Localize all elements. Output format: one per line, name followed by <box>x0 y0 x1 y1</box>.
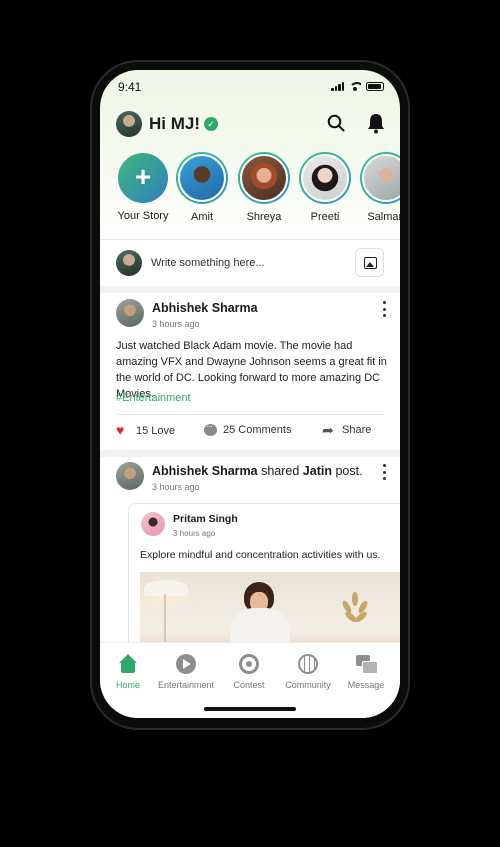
comment-icon <box>204 421 217 436</box>
add-photo-button[interactable] <box>355 248 384 277</box>
home-icon <box>118 654 138 674</box>
nav-contest[interactable]: Contest <box>219 654 279 690</box>
love-count: 15 Love <box>136 424 176 437</box>
post-author[interactable]: Abhishek Sharma shared Jatin post. <box>152 464 363 478</box>
love-button[interactable]: ♥ 15 Love <box>116 422 176 438</box>
status-icons <box>331 82 384 91</box>
status-time: 9:41 <box>118 80 142 94</box>
post-header: Abhishek Sharma shared Jatin post. 3 hou… <box>116 462 386 494</box>
nav-label: Home <box>115 680 140 690</box>
heart-icon: ♥ <box>116 422 125 438</box>
story-avatar <box>178 154 226 202</box>
add-story-icon[interactable]: + <box>118 153 168 203</box>
divider <box>100 239 400 240</box>
post-actions: ♥ 15 Love 25 Comments ➦ Share <box>116 421 386 442</box>
comments-count: 25 Comments <box>223 424 292 436</box>
story-avatar <box>240 154 288 202</box>
plant-illustration <box>336 588 376 628</box>
story-preeti[interactable]: Preeti <box>295 152 355 223</box>
author-avatar[interactable] <box>116 299 144 327</box>
greeting-title: Hi MJ! <box>149 114 200 133</box>
globe-icon <box>298 654 318 674</box>
wifi-icon <box>349 82 361 91</box>
shared-post-text: Explore mindful and concentration activi… <box>140 549 381 561</box>
status-bar: 9:41 <box>100 70 400 104</box>
battery-icon <box>366 82 384 91</box>
nav-message[interactable]: Message <box>336 654 396 690</box>
home-indicator <box>204 707 296 711</box>
shared-post-time: 3 hours ago <box>173 529 216 538</box>
share-label: Share <box>342 424 372 436</box>
nav-label: Message <box>347 680 385 690</box>
shared-author-avatar[interactable] <box>141 512 165 536</box>
post-composer[interactable]: Write something here... <box>116 248 386 278</box>
story-label: Shreya <box>246 211 282 223</box>
more-options-icon[interactable] <box>381 464 387 480</box>
composer-avatar <box>116 250 142 276</box>
nav-label: Community <box>285 680 331 690</box>
header: Hi MJ! ✓ <box>116 110 386 138</box>
section-gap <box>100 286 400 293</box>
signal-icon <box>331 82 344 91</box>
post-author[interactable]: Abhishek Sharma <box>152 301 258 315</box>
nav-label: Entertainment <box>157 680 215 690</box>
post-hashtag[interactable]: #Entertainment <box>116 392 191 404</box>
story-salman[interactable]: Salman <box>356 152 400 223</box>
story-label: Amit <box>191 211 213 223</box>
share-button[interactable]: ➦ Share <box>322 422 372 438</box>
nav-home[interactable]: Home <box>100 654 158 690</box>
share-icon: ➦ <box>322 422 334 438</box>
verified-badge-icon: ✓ <box>204 117 218 131</box>
section-gap <box>100 450 400 457</box>
nav-community[interactable]: Community <box>278 654 338 690</box>
user-avatar[interactable] <box>116 111 142 137</box>
contest-icon <box>239 654 259 674</box>
divider <box>116 414 384 415</box>
image-icon <box>364 257 377 269</box>
nav-label: Contest <box>233 680 265 690</box>
story-amit[interactable]: Amit <box>172 152 232 223</box>
post-time: 3 hours ago <box>152 482 200 492</box>
story-your-story[interactable]: + Your Story <box>113 152 173 222</box>
message-icon <box>356 654 378 674</box>
nav-entertainment[interactable]: Entertainment <box>156 654 216 690</box>
app-screen: 9:41 Hi MJ! ✓ + Your Story Amit Shreya P… <box>100 70 400 718</box>
lamp-shape <box>144 580 188 596</box>
story-label: Salman <box>367 211 400 223</box>
story-label: Your Story <box>117 210 169 222</box>
author-avatar[interactable] <box>116 462 144 490</box>
play-icon <box>176 654 196 674</box>
search-icon[interactable] <box>327 114 345 132</box>
story-shreya[interactable]: Shreya <box>234 152 294 223</box>
person-illustration <box>226 582 296 648</box>
post-header: Abhishek Sharma 3 hours ago <box>116 299 386 331</box>
shared-post-author[interactable]: Pritam Singh <box>173 513 238 525</box>
composer-placeholder[interactable]: Write something here... <box>151 257 265 269</box>
post-time: 3 hours ago <box>152 319 200 329</box>
comments-button[interactable]: 25 Comments <box>204 421 292 436</box>
notification-bell-icon[interactable] <box>366 112 386 134</box>
story-avatar <box>362 154 400 202</box>
more-options-icon[interactable] <box>381 301 387 317</box>
stories-row: + Your Story Amit Shreya Preeti Salman <box>100 152 400 232</box>
story-label: Preeti <box>310 211 340 223</box>
story-avatar <box>301 154 349 202</box>
